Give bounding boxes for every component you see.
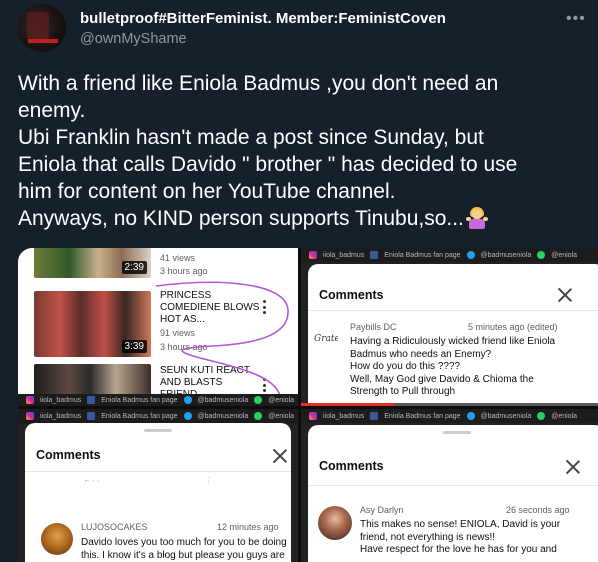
watermark-text: iiola_badmus <box>40 396 82 404</box>
comment-line: Well, May God give Davido & Chioma the <box>350 373 534 385</box>
fan-page-watermark: iiola_badmus Eniola Badmus fan page @bad… <box>18 394 298 406</box>
watermark-text: Eniola Badmus fan page <box>101 412 178 420</box>
watermark-text: @eniola <box>551 412 578 420</box>
watermark-text: @badmuseniola <box>197 396 249 404</box>
watermark-text: @badmuseniola <box>480 251 532 259</box>
comments-sheet: Comments Grateful Paybills DC 5 minutes … <box>308 264 598 406</box>
comments-sheet: Comments ⌐ ◦ ◦ ⋮ LUJOSOCAKES 12 minutes … <box>25 423 291 562</box>
comments-heading: Comments <box>319 288 384 302</box>
facebook-icon <box>87 412 96 420</box>
instagram-icon <box>309 251 317 259</box>
watermark-text: @eniola <box>268 412 295 420</box>
facebook-icon <box>87 396 96 404</box>
comment-line: Strength to Pull through <box>350 386 456 398</box>
comment-line: friend, not everything is news!! <box>360 531 496 543</box>
comment-time: 12 minutes ago <box>217 522 279 532</box>
author-avatar[interactable] <box>18 4 66 52</box>
watermark-text: @badmuseniola <box>197 412 249 420</box>
comment-body: Davido loves you too much for you to be … <box>81 537 287 562</box>
tweet-line: him for content on her YouTube channel. <box>18 180 396 203</box>
close-icon[interactable] <box>566 460 580 474</box>
commenter-avatar[interactable] <box>41 523 73 555</box>
comments-heading: Comments <box>319 459 384 473</box>
facebook-icon <box>370 412 379 420</box>
tweet-media-grid[interactable]: 2:39 41 views 3 hours ago 3:39 PRINCESS … <box>18 248 598 562</box>
sheet-drag-handle[interactable] <box>442 431 471 434</box>
avatar-strip <box>28 39 58 43</box>
watermark-text: @badmuseniola <box>480 412 532 420</box>
purple-annotation-scribble <box>155 281 289 406</box>
watermark-text: iiola_badmus <box>323 412 365 420</box>
author-handle[interactable]: @ownMyShame <box>80 31 187 47</box>
more-horizontal-icon[interactable]: ••• <box>566 10 586 28</box>
divider <box>25 471 291 472</box>
avatar-graphic <box>27 12 49 40</box>
comment-line: Having a Ridiculously wicked friend like… <box>350 336 556 347</box>
watermark-text: iiola_badmus <box>40 412 82 420</box>
comment-line: Have respect for the love he has for you… <box>360 544 557 556</box>
tweet-line: Ubi Franklin hasn't made a post since Su… <box>18 126 484 149</box>
comment-line: Badmus who needs an Enemy? <box>350 348 492 360</box>
twitter-icon <box>466 251 475 259</box>
comment-time: 5 minutes ago (edited) <box>468 322 558 332</box>
faded-reaction-icons: ⌐ ◦ ◦ ⋮ <box>85 476 213 485</box>
watermark-text: Eniola Badmus fan page <box>384 251 461 259</box>
watermark-text: iiola_badmus <box>323 251 365 259</box>
twitter-icon <box>183 396 192 404</box>
comment-body: This makes no sense! ENIOLA, David is yo… <box>360 519 560 557</box>
media-comments-sheet[interactable]: iiola_badmus Eniola Badmus fan page @bad… <box>301 248 598 406</box>
sheet-drag-handle[interactable] <box>144 429 172 432</box>
tweet-text: With a friend like Eniola Badmus ,you do… <box>18 70 588 232</box>
commenter-avatar[interactable]: Grateful <box>314 334 338 348</box>
tweet-line: Anyways, no KIND person supports Tinubu,… <box>18 207 464 230</box>
twitter-icon <box>466 412 475 420</box>
fan-page-watermark: iiola_badmus Eniola Badmus fan page @bad… <box>18 409 298 423</box>
author-display-name[interactable]: bulletproof#BitterFeminist. Member:Femin… <box>80 10 446 27</box>
watermark-text: @eniola <box>551 251 578 259</box>
whatsapp-icon <box>537 412 546 420</box>
instagram-icon <box>26 412 34 420</box>
divider <box>308 310 598 311</box>
comment-author[interactable]: Paybills DC <box>350 322 397 332</box>
comment-time: 26 seconds ago <box>506 505 570 515</box>
watermark-text: @eniola <box>268 396 295 404</box>
comment-line: Davido loves you too much for you to be … <box>81 537 287 548</box>
whatsapp-icon <box>254 412 263 420</box>
instagram-icon <box>309 412 317 420</box>
comments-heading: Comments <box>36 448 101 462</box>
media-comments-sheet[interactable]: iiola_badmus Eniola Badmus fan page @bad… <box>18 409 298 562</box>
tweet-line: Eniola that calls Davido " brother " has… <box>18 153 518 176</box>
whatsapp-icon <box>537 251 546 259</box>
watermark-text: Eniola Badmus fan page <box>384 412 461 420</box>
tweet-line: enemy. <box>18 99 86 122</box>
close-icon[interactable] <box>273 449 287 463</box>
facebook-icon <box>370 251 379 259</box>
comment-author[interactable]: Asy Darlyn <box>360 505 404 515</box>
divider <box>308 485 598 486</box>
woman-shrugging-icon <box>465 207 488 229</box>
twitter-icon <box>183 412 192 420</box>
media-comments-sheet[interactable]: iiola_badmus Eniola Badmus fan page @bad… <box>301 409 598 562</box>
comment-line: this. I know it's a blog but please you … <box>81 549 285 561</box>
media-youtube-list[interactable]: 2:39 41 views 3 hours ago 3:39 PRINCESS … <box>18 248 298 406</box>
commenter-avatar[interactable] <box>318 506 352 540</box>
comment-line: This makes no sense! ENIOLA, David is yo… <box>360 519 561 530</box>
video-progress-fill <box>301 403 395 406</box>
comment-author[interactable]: LUJOSOCAKES <box>81 522 148 532</box>
whatsapp-icon <box>254 396 263 404</box>
tweet-line-last: Anyways, no KIND person supports Tinubu,… <box>18 205 588 232</box>
instagram-icon <box>26 396 34 404</box>
comment-body: Having a Ridiculously wicked friend like… <box>350 336 555 399</box>
fan-page-watermark: iiola_badmus Eniola Badmus fan page @bad… <box>301 409 598 423</box>
comment-line: How do you do this ???? <box>350 361 461 373</box>
fan-page-watermark: iiola_badmus Eniola Badmus fan page @bad… <box>301 248 598 262</box>
watermark-text: Eniola Badmus fan page <box>101 396 178 404</box>
video-progress-bar[interactable] <box>301 403 598 406</box>
tweet-line: With a friend like Eniola Badmus ,you do… <box>18 72 499 95</box>
comments-sheet: Comments Asy Darlyn 26 seconds ago This … <box>308 425 598 562</box>
close-icon[interactable] <box>558 288 572 302</box>
